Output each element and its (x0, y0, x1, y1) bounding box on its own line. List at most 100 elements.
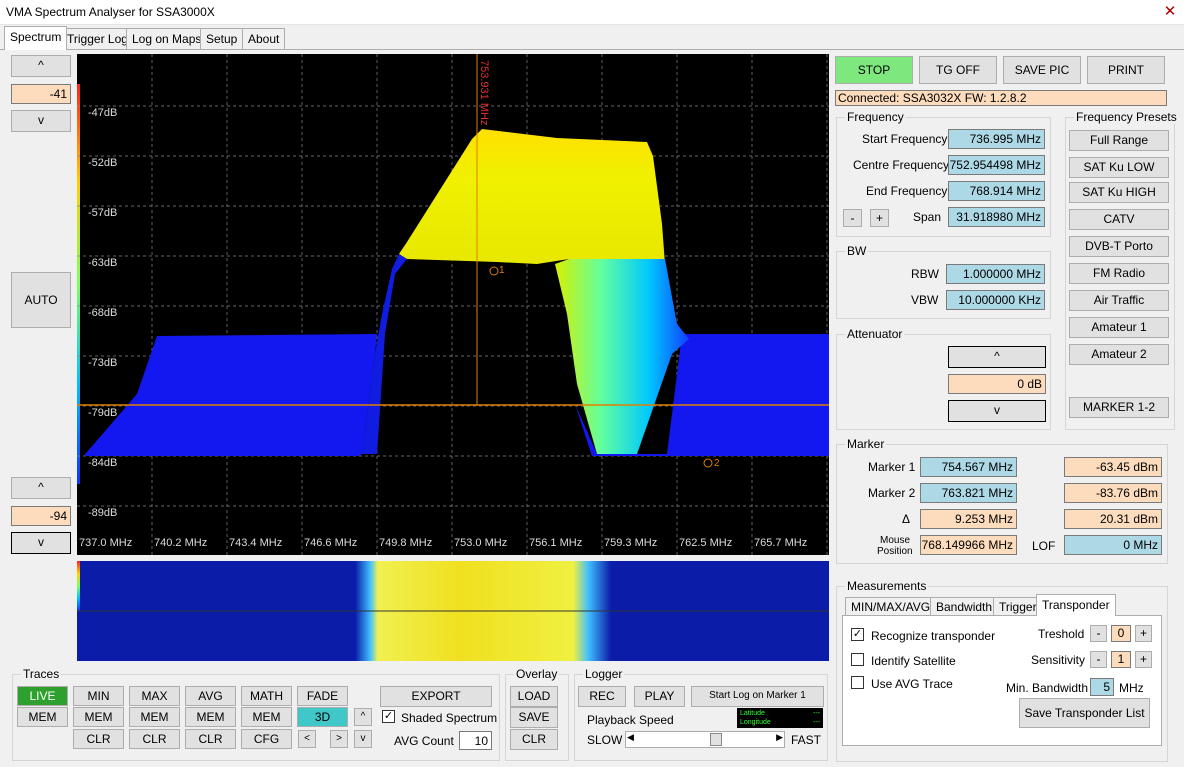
trace-mem-button[interactable]: MEM (73, 707, 124, 727)
marker-1-freq[interactable]: 754.567 MHz (920, 457, 1017, 477)
close-icon[interactable]: ✕ (1160, 3, 1180, 21)
waterfall-scale (77, 561, 80, 611)
play-button[interactable]: PLAY (634, 686, 685, 707)
ref-bottom-field[interactable]: -94 (11, 506, 71, 526)
trace-fade-button[interactable]: FADE (297, 686, 348, 706)
trace-clr-button[interactable]: CLR (129, 729, 180, 749)
attenuator-down-button[interactable]: v (948, 400, 1046, 422)
range-down-button[interactable]: v (11, 532, 71, 554)
preset-full-range[interactable]: Full Range (1069, 130, 1169, 151)
tg-off-button[interactable]: TG OFF (919, 56, 997, 84)
3d-left-button[interactable]: < (298, 730, 316, 748)
identify-checkbox[interactable] (851, 653, 864, 666)
range-up-button[interactable]: ^ (11, 477, 71, 499)
marker-2-icon (703, 458, 713, 468)
marker-2-freq[interactable]: 763.821 MHz (920, 483, 1017, 503)
rec-button[interactable]: REC (578, 686, 626, 707)
sensitivity-minus-button[interactable]: - (1090, 651, 1107, 668)
marker-1-2-button[interactable]: MARKER 1-2 (1069, 397, 1169, 418)
recognize-checkbox[interactable]: ✓ (851, 628, 864, 641)
trace-min-button[interactable]: MIN (73, 686, 124, 706)
treshold-field[interactable]: 0 (1111, 625, 1131, 642)
preset-sat-ku-low[interactable]: SAT Ku LOW (1069, 157, 1169, 178)
stop-button[interactable]: STOP (835, 56, 913, 84)
trace-clr-button[interactable]: CLR (185, 729, 236, 749)
trace-avg-button[interactable]: AVG (185, 686, 236, 706)
trace-max-button[interactable]: MAX (129, 686, 180, 706)
trace-mem-button[interactable]: MEM (17, 707, 68, 727)
save-transponder-list-button[interactable]: Save Transponder List (1019, 698, 1150, 728)
3d-up-button[interactable]: ^ (354, 708, 372, 726)
overlay-load-button[interactable]: LOAD (510, 686, 558, 707)
treshold-plus-button[interactable]: + (1135, 625, 1152, 642)
preset-fm-radio[interactable]: FM Radio (1069, 263, 1169, 284)
attenuator-field[interactable]: 0 dB (948, 374, 1046, 394)
overlay-clr-button[interactable]: CLR (510, 729, 558, 750)
min-bandwidth-field[interactable]: 5 (1090, 678, 1114, 696)
sensitivity-plus-button[interactable]: + (1135, 651, 1152, 668)
span-field[interactable]: 31.918980 MHz (948, 207, 1045, 227)
tab-trigger-log[interactable]: Trigger Log (61, 28, 134, 49)
preset-air-traffic[interactable]: Air Traffic (1069, 290, 1169, 311)
trace-mem-button[interactable]: MEM (241, 707, 292, 727)
playback-speed-slider[interactable]: ◀ ▶ (625, 731, 785, 748)
span-minus-button[interactable]: - (843, 209, 862, 227)
waterfall-display[interactable] (77, 561, 829, 661)
start-log-button[interactable]: Start Log on Marker 1 (691, 686, 824, 707)
trace-mem-button[interactable]: MEM (129, 707, 180, 727)
preset-amateur-1[interactable]: Amateur 1 (1069, 317, 1169, 338)
preset-dvbt-porto[interactable]: DVB-T Porto (1069, 236, 1169, 257)
3d-down-button[interactable]: v (354, 730, 372, 748)
use-avg-checkbox[interactable] (851, 676, 864, 689)
export-button[interactable]: EXPORT (380, 686, 492, 707)
preset-catv[interactable]: CATV (1069, 209, 1169, 230)
slow-label: SLOW (587, 733, 623, 747)
y-axis-label: -57dB (88, 207, 117, 219)
tab-log-on-maps[interactable]: Log on Maps (126, 28, 208, 49)
trace-mem-button[interactable]: MEM (185, 707, 236, 727)
spectrum-display[interactable]: -47dB -52dB -57dB -63dB -68dB -73dB -79dB -84dB… (77, 54, 829, 555)
treshold-label: Treshold (1038, 627, 1085, 641)
treshold-minus-button[interactable]: - (1090, 625, 1107, 642)
avg-count-field[interactable]: 10 (459, 731, 492, 750)
print-button[interactable]: PRINT (1087, 56, 1165, 84)
shaded-spectrum-label: Shaded Spectrum (401, 711, 498, 725)
tab-spectrum[interactable]: Spectrum (4, 26, 68, 50)
ref-down-button[interactable]: v (11, 110, 71, 132)
overlay-save-button[interactable]: SAVE (510, 707, 558, 728)
sensitivity-field[interactable]: 1 (1111, 651, 1131, 668)
slider-right-icon[interactable]: ▶ (776, 732, 783, 743)
attenuator-up-button[interactable]: ^ (948, 346, 1046, 368)
centre-frequency-field[interactable]: 752.954498 MHz (948, 155, 1045, 175)
preset-amateur-2[interactable]: Amateur 2 (1069, 344, 1169, 365)
vbw-field[interactable]: 10.000000 KHz (946, 290, 1045, 310)
tab-about[interactable]: About (242, 28, 286, 49)
auto-button[interactable]: AUTO (11, 272, 71, 328)
slider-thumb[interactable] (709, 733, 722, 746)
trace-clr-button[interactable]: CLR (73, 729, 124, 749)
ref-top-field[interactable]: -41 (11, 84, 71, 104)
slider-left-icon[interactable]: ◀ (627, 732, 634, 743)
lof-field[interactable]: 0 MHz (1064, 535, 1162, 555)
latitude-value: --- (813, 710, 820, 717)
preset-sat-ku-high[interactable]: SAT Ku HIGH (1069, 182, 1169, 203)
ref-up-button[interactable]: ^ (11, 55, 71, 77)
recognize-label: Recognize transponder (871, 629, 996, 643)
tab-bandwidth[interactable]: Bandwidth (930, 597, 999, 616)
tab-transponder[interactable]: Transponder (1036, 594, 1116, 616)
trace-live-button[interactable]: LIVE (17, 686, 68, 706)
x-axis-label: 737.0 MHz (79, 537, 132, 549)
shaded-spectrum-checkbox[interactable]: ✓ (382, 710, 395, 723)
save-pic-button[interactable]: SAVE PIC (1003, 56, 1081, 84)
rbw-field[interactable]: 1.000000 MHz (946, 264, 1045, 284)
trace-math-button[interactable]: MATH (241, 686, 292, 706)
3d-right-button[interactable]: > (330, 730, 348, 748)
start-frequency-field[interactable]: 736.995 MHz (948, 129, 1045, 149)
tab-setup[interactable]: Setup (200, 28, 244, 49)
span-plus-button[interactable]: + (870, 209, 889, 227)
tab-min-max-avg[interactable]: MIN/MAX/AVG (845, 597, 937, 616)
trace-cfg-button[interactable]: CFG (241, 729, 292, 749)
trace-3d-button[interactable]: 3D (297, 707, 348, 727)
x-axis-label: 762.5 MHz (679, 537, 732, 549)
end-frequency-field[interactable]: 768.914 MHz (948, 181, 1045, 201)
